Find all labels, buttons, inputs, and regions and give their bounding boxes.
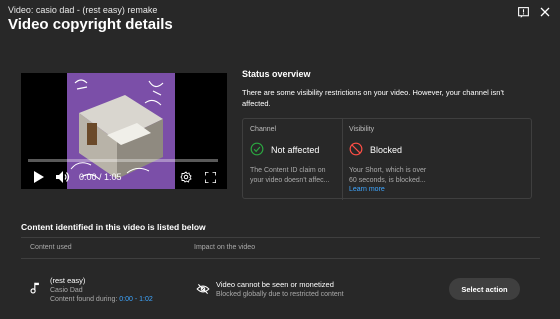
column-header-impact: Impact on the video — [194, 244, 256, 251]
learn-more-link[interactable]: Learn more — [349, 186, 385, 193]
channel-card: Channel Not affected The Content ID clai… — [250, 119, 340, 200]
video-label: Video: casio dad - (rest easy) remake — [8, 5, 158, 15]
visibility-description: Your Short, which is over 60 seconds, is … — [349, 167, 427, 184]
select-action-button[interactable]: Select action — [449, 278, 520, 300]
table-divider-top — [21, 237, 540, 238]
eye-off-icon — [196, 282, 210, 296]
song-title: (rest easy) — [50, 276, 86, 285]
found-timestamp-link[interactable]: 0:00 - 1:02 — [119, 296, 152, 303]
content-section-title: Content identified in this video is list… — [21, 222, 206, 232]
status-cards: Channel Not affected The Content ID clai… — [242, 118, 532, 200]
status-overview-title: Status overview — [242, 69, 311, 79]
song-artist: Casio Dad — [50, 287, 83, 294]
check-circle-icon — [250, 142, 264, 156]
visibility-card: Visibility Blocked Your Short, which is … — [349, 119, 439, 200]
status-description: There are some visibility restrictions o… — [242, 88, 504, 108]
content-found-during: Content found during: 0:00 - 1:02 — [50, 296, 153, 303]
column-header-content-used: Content used — [30, 244, 72, 251]
time-display: 0:00 / 1:05 — [79, 172, 122, 182]
table-row: (rest easy) Casio Dad Content found duri… — [21, 268, 540, 308]
channel-status: Not affected — [271, 145, 320, 155]
card-divider — [342, 119, 343, 200]
impact-detail: Blocked globally due to restricted conte… — [216, 291, 344, 298]
volume-icon[interactable] — [55, 170, 71, 184]
dialog-title: Video copyright details — [8, 16, 173, 33]
channel-description: The Content ID claim on your video doesn'… — [250, 167, 330, 184]
music-note-icon — [29, 281, 43, 295]
channel-label: Channel — [250, 126, 277, 133]
impact-summary: Video cannot be seen or monetized — [216, 280, 334, 289]
blocked-icon — [349, 142, 363, 156]
progress-bar[interactable] — [28, 159, 218, 162]
fullscreen-icon[interactable] — [203, 170, 217, 184]
feedback-icon[interactable] — [515, 4, 531, 20]
dialog-header: Video: casio dad - (rest easy) remake Vi… — [0, 0, 560, 48]
visibility-label: Visibility — [349, 126, 375, 133]
found-label: Content found during: — [50, 296, 118, 303]
video-player[interactable]: 0:00 / 1:05 — [21, 73, 227, 189]
table-divider-header — [21, 258, 540, 259]
visibility-status: Blocked — [370, 145, 403, 155]
close-icon[interactable] — [537, 4, 553, 20]
settings-icon[interactable] — [179, 170, 193, 184]
play-icon[interactable] — [31, 170, 45, 184]
